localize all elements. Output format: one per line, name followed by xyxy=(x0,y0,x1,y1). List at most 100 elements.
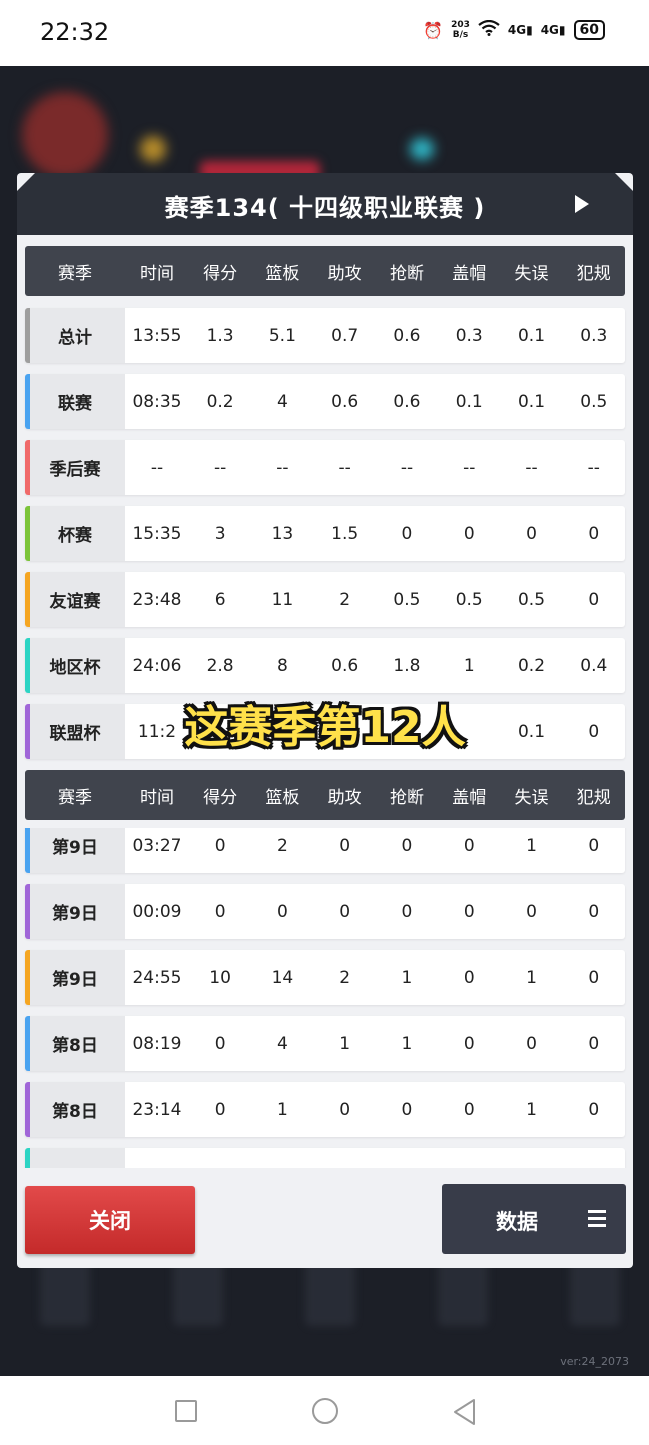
row-label-text: 友谊赛 xyxy=(49,592,101,612)
table-cell: 0 xyxy=(401,901,413,922)
next-season-arrow-icon[interactable] xyxy=(575,195,589,213)
category-color-stripe xyxy=(25,1016,30,1071)
col-header-season: 赛季 xyxy=(57,263,92,284)
table-cell: 0 xyxy=(401,835,413,856)
table-cell: 1 xyxy=(401,1033,413,1054)
table-cell: 0 xyxy=(463,967,475,988)
table-row[interactable]: 总计 13:55 1.3 5.1 0.7 0.6 0.3 0.1 0.3 xyxy=(25,308,625,363)
table-row[interactable]: 第8日 23:14 0 1 0 0 0 1 0 xyxy=(25,1082,625,1137)
category-color-stripe xyxy=(25,506,30,561)
table-row[interactable]: 季后赛 -- -- -- -- -- -- -- -- xyxy=(25,440,625,495)
col-header-time: 时间 xyxy=(139,787,174,808)
status-bar: 22:32 ⏰ 203 B/s 4G▮ 4G▮ 60 xyxy=(0,0,649,66)
table-cell: 0.1 xyxy=(517,325,546,346)
col-header-assists: 助攻 xyxy=(327,787,362,808)
table-cell: 4 xyxy=(276,1033,288,1054)
table-cell: 03:27 xyxy=(132,835,182,856)
table-cell: 1 xyxy=(276,1099,288,1120)
table-cell: -- xyxy=(150,457,164,478)
table-row[interactable]: 友谊赛 23:48 6 11 2 0.5 0.5 0.5 0 xyxy=(25,572,625,627)
coin-icon xyxy=(140,136,166,162)
table-cell: 1 xyxy=(526,967,537,988)
bottom-menu-blur xyxy=(30,1256,630,1336)
table-cell: 0 xyxy=(214,901,226,922)
table-cell: 0 xyxy=(463,523,475,544)
alarm-icon: ⏰ xyxy=(423,20,444,40)
category-color-stripe xyxy=(25,440,30,495)
table-cell: 0 xyxy=(463,1099,475,1120)
back-icon[interactable] xyxy=(452,1398,478,1426)
table-cell: 13 xyxy=(271,523,294,544)
row-label-text: 地区杯 xyxy=(49,658,101,678)
col-header-blocks: 盖帽 xyxy=(452,263,487,284)
table-cell: 0.7 xyxy=(331,325,359,346)
signal-icon-2: 4G▮ xyxy=(540,23,566,37)
table-cell: 23:48 xyxy=(132,589,182,610)
table-cell: 3 xyxy=(214,523,226,544)
row-label: 第9日 xyxy=(25,884,125,939)
col-header-time: 时间 xyxy=(139,263,174,284)
table-cell: 0 xyxy=(588,1033,600,1054)
table-cell: 0.6 xyxy=(393,325,421,346)
table-cell: 24:55 xyxy=(132,967,182,988)
recent-apps-icon[interactable] xyxy=(175,1400,197,1422)
table-cell: 1 xyxy=(463,655,475,676)
table-cell: 2.8 xyxy=(206,655,234,676)
col-header-steals: 抢断 xyxy=(389,263,424,284)
table-row[interactable] xyxy=(25,1148,625,1168)
menu-icon xyxy=(588,1210,606,1227)
col-header-assists: 助攻 xyxy=(327,263,362,284)
table-cell: 0 xyxy=(588,901,600,922)
table-cell: 2 xyxy=(339,967,351,988)
row-label: 友谊赛 xyxy=(25,572,125,627)
table-cell: 0 xyxy=(214,1033,226,1054)
table-cell: 23:14 xyxy=(132,1099,182,1120)
table-cell: 0 xyxy=(588,589,600,610)
row-label: 第9日 xyxy=(25,950,125,1005)
table-cell: -- xyxy=(400,457,414,478)
row-label-text: 第9日 xyxy=(52,904,98,924)
season-stats-dialog: 赛季134( 十四级职业联赛 ) 赛季 时间 得分 篮板 助攻 抢断 盖帽 失误… xyxy=(17,173,633,1268)
table-cell: 0 xyxy=(526,1033,537,1054)
table-cell: 0.1 xyxy=(517,391,546,412)
table-cell: 0 xyxy=(401,1099,413,1120)
row-label: 季后赛 xyxy=(25,440,125,495)
table-cell: 0.4 xyxy=(580,655,608,676)
table-row[interactable]: 地区杯 24:06 2.8 8 0.6 1.8 1 0.2 0.4 xyxy=(25,638,625,693)
table-cell: 0 xyxy=(588,1099,600,1120)
signal-icon: 4G▮ xyxy=(507,23,533,37)
team-logo xyxy=(22,92,108,178)
table-cell: 0.5 xyxy=(455,589,483,610)
table-cell: -- xyxy=(276,457,289,478)
table-row[interactable]: 联赛 08:35 0.2 4 0.6 0.6 0.1 0.1 0.5 xyxy=(25,374,625,429)
table-cell: 0 xyxy=(526,901,537,922)
table-cell: 0 xyxy=(526,523,537,544)
row-label: 总计 xyxy=(25,308,125,363)
col-header-turnovers: 失误 xyxy=(514,263,549,284)
table-row[interactable]: 第8日 08:19 0 4 1 1 0 0 0 xyxy=(25,1016,625,1071)
category-color-stripe xyxy=(25,638,30,693)
table-row[interactable]: 第9日 00:09 0 0 0 0 0 0 0 xyxy=(25,884,625,939)
table-cell: 0 xyxy=(401,523,413,544)
row-label-text: 总计 xyxy=(57,328,92,348)
home-icon[interactable] xyxy=(312,1398,338,1424)
data-button[interactable]: 数据 xyxy=(442,1184,626,1254)
table-row[interactable]: 杯赛 15:35 3 13 1.5 0 0 0 0 xyxy=(25,506,625,561)
system-nav-bar xyxy=(0,1376,649,1445)
category-color-stripe xyxy=(25,308,30,363)
table-row[interactable]: 第9日 24:55 10 14 2 1 0 1 0 xyxy=(25,950,625,1005)
table-row[interactable]: 第9日 03:27 0 2 0 0 0 1 0 xyxy=(25,828,625,873)
table-cell: 5.1 xyxy=(268,325,296,346)
table-cell: 11 xyxy=(271,589,294,610)
close-button[interactable]: 关闭 xyxy=(25,1186,195,1254)
table-cell: 1 xyxy=(339,1033,351,1054)
table-cell: 0.5 xyxy=(580,391,608,412)
table-cell: 0.3 xyxy=(455,325,483,346)
table-cell: 0 xyxy=(276,901,288,922)
game-log-list[interactable]: 第9日 03:27 0 2 0 0 0 1 0 第9日 00:09 0 0 0 0 0 0 0 第9日 24:55 10… xyxy=(17,828,633,1168)
table-cell: -- xyxy=(463,457,476,478)
row-label-text: 第9日 xyxy=(52,838,98,858)
table-cell: 0.5 xyxy=(393,589,421,610)
category-color-stripe xyxy=(25,374,30,429)
category-color-stripe xyxy=(25,1082,30,1137)
